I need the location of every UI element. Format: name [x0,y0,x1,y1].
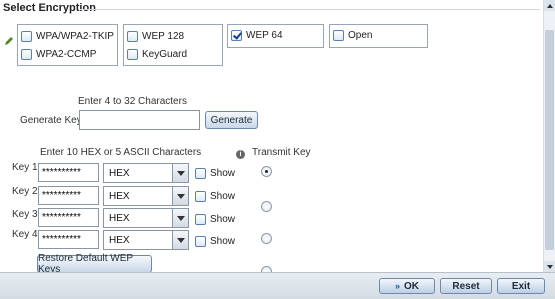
key-2-format-select[interactable]: HEX [103,186,189,206]
key-1-transmit-radio[interactable] [261,166,272,177]
checkbox-box[interactable] [21,30,32,42]
select-value: HEX [109,212,130,224]
checkbox-box[interactable] [333,29,344,41]
key-3-show-checkbox[interactable]: Show [195,210,235,228]
chevron-down-icon[interactable] [172,187,188,205]
chevron-down-icon[interactable] [172,231,188,249]
scroll-thumb[interactable] [545,30,554,250]
section-divider [80,9,540,10]
chevron-down-icon[interactable] [172,209,188,227]
checkbox-label: Open [348,29,373,41]
info-icon: i [236,150,245,159]
section-title: Select Encryption [3,2,96,14]
checkbox-wep-128[interactable]: WEP 128 [127,27,184,45]
key-1-format-select[interactable]: HEX [103,163,189,183]
key-4-label: Key 4 [12,229,38,240]
encryption-group-wpa: WPA/WPA2-TKIP WPA2-CCMP [17,24,118,66]
checkbox-box[interactable] [195,235,206,247]
key-2-label: Key 2 [12,186,38,197]
checkbox-box[interactable] [231,29,242,41]
key-2-input[interactable] [38,186,99,205]
checkbox-label: WPA/WPA2-TKIP [36,30,114,42]
show-label: Show [210,167,236,179]
show-label: Show [210,190,236,202]
pencil-icon [5,37,13,45]
select-value: HEX [109,167,130,179]
checkbox-box[interactable] [195,190,206,202]
key-1-label: Key 1 [12,162,38,173]
key-4-input[interactable] [38,230,99,249]
scroll-up-icon[interactable] [544,0,555,11]
footer-bar: » OK Reset Exit [0,272,555,299]
encryption-group-wep128: WEP 128 KeyGuard [123,24,223,66]
chevron-down-icon[interactable] [172,164,188,182]
checkbox-label: KeyGuard [142,48,188,60]
vertical-scrollbar[interactable] [543,0,555,272]
checkbox-keyguard[interactable]: KeyGuard [127,45,187,63]
key-2-show-checkbox[interactable]: Show [195,187,235,205]
checkbox-box[interactable] [127,48,138,60]
checkbox-box[interactable] [195,167,206,179]
encryption-group-open: Open [329,24,428,48]
generate-button[interactable]: Generate [205,111,258,129]
show-label: Show [210,235,236,247]
keys-hint: Enter 10 HEX or 5 ASCII Characters [40,147,202,158]
reset-button[interactable]: Reset [440,278,492,294]
key-3-input[interactable] [38,208,99,227]
checkbox-wep-64[interactable]: WEP 64 [231,26,283,44]
key-3-label: Key 3 [12,209,38,220]
key-3-transmit-radio[interactable] [261,233,272,244]
checkbox-wpa-wpa2-tkip[interactable]: WPA/WPA2-TKIP [21,27,114,45]
show-label: Show [210,213,236,225]
key-4-format-select[interactable]: HEX [103,230,189,250]
checkbox-box[interactable] [195,213,206,225]
key-3-format-select[interactable]: HEX [103,208,189,228]
encryption-group-wep64: WEP 64 [227,24,324,48]
key-1-input[interactable] [38,163,99,182]
key-4-show-checkbox[interactable]: Show [195,232,235,250]
transmit-key-header: Transmit Key [252,147,311,158]
generate-keys-label: Generate Keys [20,115,87,126]
select-value: HEX [109,234,130,246]
ok-label: OK [404,280,419,292]
generate-keys-input[interactable] [79,110,200,130]
restore-default-wep-keys-button[interactable]: Restore Default WEP Keys [37,253,152,275]
checkbox-label: WPA2-CCMP [36,48,97,60]
generate-hint: Enter 4 to 32 Characters [78,96,187,107]
checkbox-wpa2-ccmp[interactable]: WPA2-CCMP [21,45,96,63]
double-arrow-icon: » [394,281,400,291]
ok-button[interactable]: » OK [379,278,435,294]
checkbox-label: WEP 128 [142,30,185,42]
exit-button[interactable]: Exit [497,278,545,294]
select-value: HEX [109,190,130,202]
checkbox-box[interactable] [21,48,32,60]
checkbox-box[interactable] [127,30,138,42]
key-2-transmit-radio[interactable] [261,201,272,212]
key-1-show-checkbox[interactable]: Show [195,164,235,182]
checkbox-label: WEP 64 [246,29,283,41]
checkbox-open[interactable]: Open [333,26,372,44]
scroll-down-icon[interactable] [544,261,555,272]
